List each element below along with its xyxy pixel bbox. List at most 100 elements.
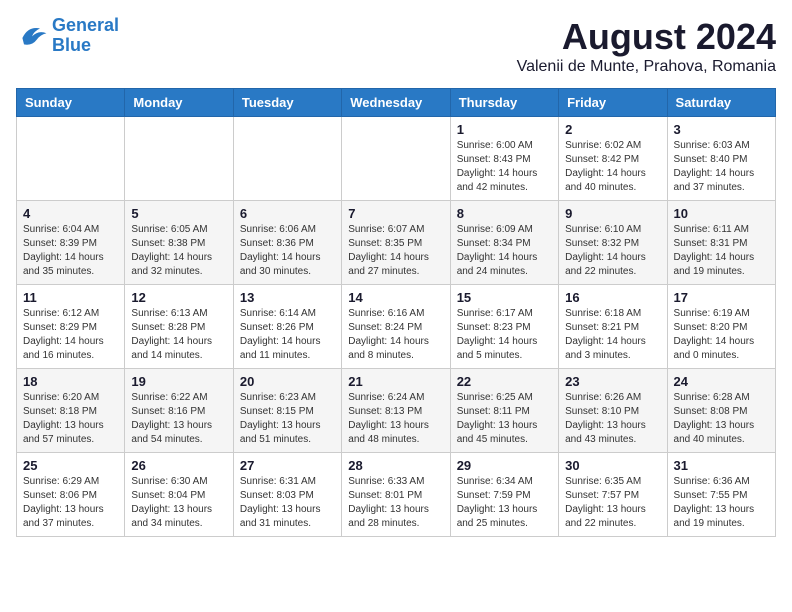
weekday-header-friday: Friday	[559, 89, 667, 117]
day-info: Sunrise: 6:07 AM Sunset: 8:35 PM Dayligh…	[348, 223, 443, 279]
day-info: Sunrise: 6:28 AM Sunset: 8:08 PM Dayligh…	[674, 391, 769, 447]
day-info: Sunrise: 6:18 AM Sunset: 8:21 PM Dayligh…	[565, 307, 660, 363]
calendar-cell: 6Sunrise: 6:06 AM Sunset: 8:36 PM Daylig…	[233, 201, 341, 285]
calendar-cell: 28 Sunrise: 6:33 AM Sunset: 8:01 PM Dayli…	[342, 453, 450, 537]
calendar-week-4: 18 Sunrise: 6:20 AM Sunset: 8:18 PM Dayli…	[17, 369, 776, 453]
day-number: 17	[674, 290, 769, 305]
day-info: Sunrise: 6:35 AM Sunset: 7:57 PM Dayligh…	[565, 475, 660, 531]
day-info: Sunrise: 6:09 AM Sunset: 8:34 PM Dayligh…	[457, 223, 552, 279]
calendar-cell: 4 Sunrise: 6:04 AM Sunset: 8:39 PM Daylig…	[17, 201, 125, 285]
day-info: Sunrise: 6:36 AM Sunset: 7:55 PM Dayligh…	[674, 475, 769, 531]
calendar-cell	[233, 117, 341, 201]
calendar-cell: 13Sunrise: 6:14 AM Sunset: 8:26 PM Dayli…	[233, 285, 341, 369]
day-info: Sunrise: 6:22 AM Sunset: 8:16 PM Dayligh…	[131, 391, 226, 447]
calendar-cell: 14 Sunrise: 6:16 AM Sunset: 8:24 PM Dayli…	[342, 285, 450, 369]
day-info: Sunrise: 6:20 AM Sunset: 8:18 PM Dayligh…	[23, 391, 118, 447]
calendar-cell: 7 Sunrise: 6:07 AM Sunset: 8:35 PM Daylig…	[342, 201, 450, 285]
day-info: Sunrise: 6:33 AM Sunset: 8:01 PM Dayligh…	[348, 475, 443, 531]
calendar-cell: 24 Sunrise: 6:28 AM Sunset: 8:08 PM Dayli…	[667, 369, 775, 453]
month-title: August 2024	[517, 16, 776, 58]
day-number: 26	[131, 458, 226, 473]
calendar-cell: 8 Sunrise: 6:09 AM Sunset: 8:34 PM Daylig…	[450, 201, 558, 285]
day-number: 21	[348, 374, 443, 389]
calendar-cell: 29Sunrise: 6:34 AM Sunset: 7:59 PM Dayli…	[450, 453, 558, 537]
calendar-cell: 21 Sunrise: 6:24 AM Sunset: 8:13 PM Dayli…	[342, 369, 450, 453]
day-number: 30	[565, 458, 660, 473]
day-info: Sunrise: 6:19 AM Sunset: 8:20 PM Dayligh…	[674, 307, 769, 363]
day-info: Sunrise: 6:02 AM Sunset: 8:42 PM Dayligh…	[565, 139, 660, 195]
day-info: Sunrise: 6:10 AM Sunset: 8:32 PM Dayligh…	[565, 223, 660, 279]
day-number: 2	[565, 122, 660, 137]
day-number: 18	[23, 374, 118, 389]
day-number: 31	[674, 458, 769, 473]
logo-icon	[16, 22, 48, 50]
calendar-cell: 23Sunrise: 6:26 AM Sunset: 8:10 PM Dayli…	[559, 369, 667, 453]
day-info: Sunrise: 6:31 AM Sunset: 8:03 PM Dayligh…	[240, 475, 335, 531]
day-number: 7	[348, 206, 443, 221]
calendar-week-3: 11Sunrise: 6:12 AM Sunset: 8:29 PM Dayli…	[17, 285, 776, 369]
calendar-cell: 16 Sunrise: 6:18 AM Sunset: 8:21 PM Dayli…	[559, 285, 667, 369]
calendar-cell: 15Sunrise: 6:17 AM Sunset: 8:23 PM Dayli…	[450, 285, 558, 369]
day-number: 1	[457, 122, 552, 137]
calendar-cell: 18 Sunrise: 6:20 AM Sunset: 8:18 PM Dayli…	[17, 369, 125, 453]
day-info: Sunrise: 6:03 AM Sunset: 8:40 PM Dayligh…	[674, 139, 769, 195]
calendar-cell: 31 Sunrise: 6:36 AM Sunset: 7:55 PM Dayli…	[667, 453, 775, 537]
day-info: Sunrise: 6:04 AM Sunset: 8:39 PM Dayligh…	[23, 223, 118, 279]
page-header: General Blue August 2024 Valenii de Munt…	[16, 16, 776, 76]
calendar-week-1: 1Sunrise: 6:00 AM Sunset: 8:43 PM Daylig…	[17, 117, 776, 201]
day-number: 20	[240, 374, 335, 389]
day-number: 24	[674, 374, 769, 389]
weekday-header-saturday: Saturday	[667, 89, 775, 117]
calendar-body: 1Sunrise: 6:00 AM Sunset: 8:43 PM Daylig…	[17, 117, 776, 537]
day-number: 3	[674, 122, 769, 137]
day-number: 14	[348, 290, 443, 305]
logo: General Blue	[16, 16, 119, 56]
calendar-cell: 30 Sunrise: 6:35 AM Sunset: 7:57 PM Dayli…	[559, 453, 667, 537]
calendar-week-2: 4 Sunrise: 6:04 AM Sunset: 8:39 PM Daylig…	[17, 201, 776, 285]
calendar-cell	[17, 117, 125, 201]
day-info: Sunrise: 6:13 AM Sunset: 8:28 PM Dayligh…	[131, 307, 226, 363]
day-number: 9	[565, 206, 660, 221]
day-number: 15	[457, 290, 552, 305]
day-number: 4	[23, 206, 118, 221]
day-info: Sunrise: 6:06 AM Sunset: 8:36 PM Dayligh…	[240, 223, 335, 279]
day-number: 8	[457, 206, 552, 221]
calendar-cell: 1Sunrise: 6:00 AM Sunset: 8:43 PM Daylig…	[450, 117, 558, 201]
day-info: Sunrise: 6:25 AM Sunset: 8:11 PM Dayligh…	[457, 391, 552, 447]
calendar-cell: 27 Sunrise: 6:31 AM Sunset: 8:03 PM Dayli…	[233, 453, 341, 537]
weekday-header-sunday: Sunday	[17, 89, 125, 117]
day-info: Sunrise: 6:11 AM Sunset: 8:31 PM Dayligh…	[674, 223, 769, 279]
day-info: Sunrise: 6:34 AM Sunset: 7:59 PM Dayligh…	[457, 475, 552, 531]
calendar-cell: 17 Sunrise: 6:19 AM Sunset: 8:20 PM Dayli…	[667, 285, 775, 369]
day-number: 16	[565, 290, 660, 305]
calendar-cell: 22Sunrise: 6:25 AM Sunset: 8:11 PM Dayli…	[450, 369, 558, 453]
calendar-cell: 26 Sunrise: 6:30 AM Sunset: 8:04 PM Dayli…	[125, 453, 233, 537]
day-info: Sunrise: 6:23 AM Sunset: 8:15 PM Dayligh…	[240, 391, 335, 447]
calendar-cell	[125, 117, 233, 201]
weekday-header-row: SundayMondayTuesdayWednesdayThursdayFrid…	[17, 89, 776, 117]
day-info: Sunrise: 6:29 AM Sunset: 8:06 PM Dayligh…	[23, 475, 118, 531]
calendar-table: SundayMondayTuesdayWednesdayThursdayFrid…	[16, 88, 776, 537]
day-number: 12	[131, 290, 226, 305]
calendar-cell: 11Sunrise: 6:12 AM Sunset: 8:29 PM Dayli…	[17, 285, 125, 369]
day-number: 5	[131, 206, 226, 221]
day-info: Sunrise: 6:24 AM Sunset: 8:13 PM Dayligh…	[348, 391, 443, 447]
calendar-cell: 20 Sunrise: 6:23 AM Sunset: 8:15 PM Dayli…	[233, 369, 341, 453]
calendar-cell	[342, 117, 450, 201]
location-subtitle: Valenii de Munte, Prahova, Romania	[517, 58, 776, 76]
day-number: 19	[131, 374, 226, 389]
calendar-cell: 2 Sunrise: 6:02 AM Sunset: 8:42 PM Daylig…	[559, 117, 667, 201]
day-info: Sunrise: 6:30 AM Sunset: 8:04 PM Dayligh…	[131, 475, 226, 531]
calendar-cell: 3 Sunrise: 6:03 AM Sunset: 8:40 PM Daylig…	[667, 117, 775, 201]
logo-text: General Blue	[52, 16, 119, 56]
weekday-header-tuesday: Tuesday	[233, 89, 341, 117]
day-number: 27	[240, 458, 335, 473]
day-number: 10	[674, 206, 769, 221]
day-info: Sunrise: 6:26 AM Sunset: 8:10 PM Dayligh…	[565, 391, 660, 447]
weekday-header-monday: Monday	[125, 89, 233, 117]
day-number: 28	[348, 458, 443, 473]
day-info: Sunrise: 6:16 AM Sunset: 8:24 PM Dayligh…	[348, 307, 443, 363]
weekday-header-thursday: Thursday	[450, 89, 558, 117]
day-number: 11	[23, 290, 118, 305]
title-section: August 2024 Valenii de Munte, Prahova, R…	[517, 16, 776, 76]
